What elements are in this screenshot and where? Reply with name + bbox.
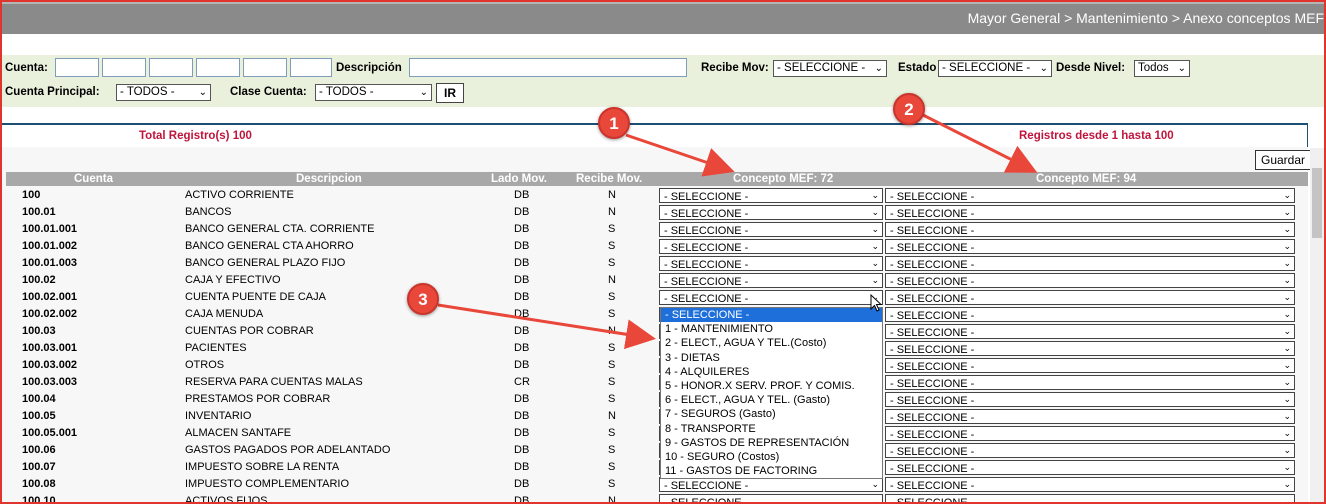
callout-3: 3 (407, 283, 439, 315)
app-window: Mayor General > Mantenimiento > Anexo co… (0, 0, 1326, 504)
arrow-1 (625, 133, 735, 177)
mouse-cursor-icon (870, 294, 883, 312)
arrow-2 (922, 113, 1038, 173)
annotation-arrows (437, 113, 1038, 350)
arrow-3 (437, 303, 656, 350)
callout-1: 1 (598, 107, 630, 139)
callout-2: 2 (893, 93, 925, 125)
